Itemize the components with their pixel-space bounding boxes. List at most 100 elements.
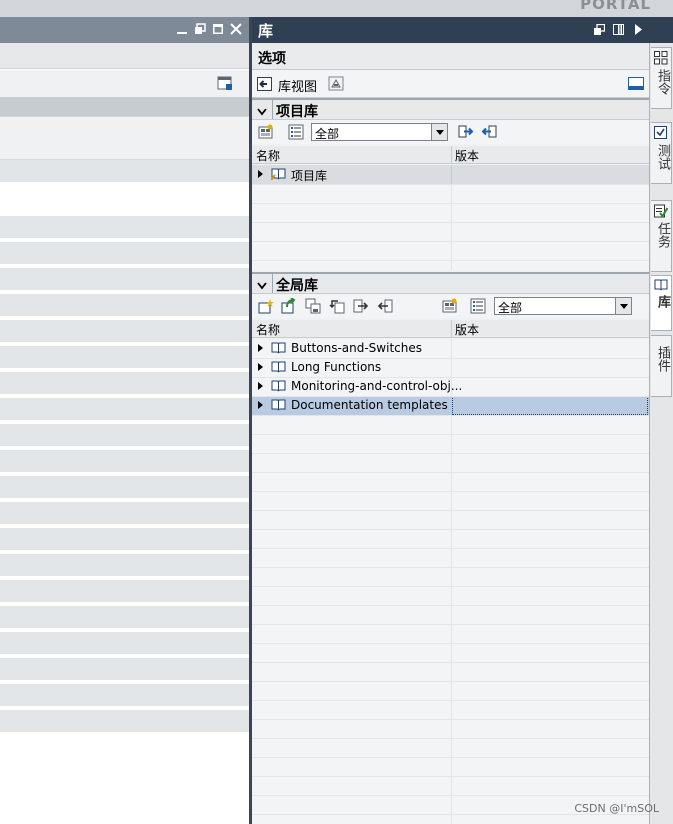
project-library-tree: 项目库	[252, 165, 649, 270]
global-library-row-selected[interactable]: Documentation templates	[252, 396, 649, 415]
grid-line	[252, 700, 649, 701]
float-window-icon[interactable]	[594, 23, 606, 35]
left-row[interactable]	[0, 498, 249, 524]
layout-panel-icon[interactable]	[628, 77, 644, 90]
grid-line	[252, 567, 649, 568]
global-library-toolbar: 全部	[252, 294, 649, 318]
left-row[interactable]	[0, 654, 249, 680]
left-row[interactable]	[0, 524, 249, 550]
side-tab-instructions[interactable]: 指令	[651, 47, 672, 109]
column-divider[interactable]	[451, 146, 452, 164]
expand-arrow-icon[interactable]	[258, 344, 263, 352]
save-library-icon[interactable]	[305, 298, 321, 314]
chevron-down-icon[interactable]	[257, 279, 267, 290]
export-library-icon[interactable]	[353, 298, 369, 314]
close-library-icon[interactable]	[481, 124, 497, 140]
panel-settings-icon[interactable]	[217, 76, 233, 91]
filter-value: 全部	[315, 127, 340, 141]
left-row[interactable]	[0, 472, 249, 498]
left-panel-toolbar	[0, 43, 249, 69]
left-row[interactable]	[0, 576, 249, 602]
float-window-icon[interactable]	[194, 23, 206, 35]
create-library-icon[interactable]	[258, 298, 274, 314]
grid-line	[252, 434, 649, 435]
side-tab-testing[interactable]: 测试	[651, 122, 672, 184]
section-divider	[272, 274, 273, 293]
project-library-toolbar: 全部	[252, 120, 649, 144]
left-row[interactable]	[0, 550, 249, 576]
project-library-row[interactable]: 项目库	[252, 165, 649, 184]
grid-line	[252, 241, 649, 242]
global-library-row[interactable]: Monitoring-and-control-obj...	[252, 377, 649, 396]
collapse-arrow-icon[interactable]	[633, 24, 644, 35]
left-row[interactable]	[0, 446, 249, 472]
version-cell[interactable]	[452, 396, 648, 415]
close-global-library-icon[interactable]	[377, 298, 393, 314]
left-row[interactable]	[0, 394, 249, 420]
left-panel-row	[0, 160, 249, 182]
tree-item-label: 项目库	[291, 169, 328, 183]
chevron-down-icon[interactable]	[615, 298, 631, 314]
expand-arrow-icon[interactable]	[258, 363, 263, 371]
column-name[interactable]: 名称	[256, 147, 280, 164]
project-library-header[interactable]: 项目库	[252, 98, 649, 120]
left-row[interactable]	[0, 290, 249, 316]
library-properties-icon[interactable]	[442, 298, 458, 314]
details-view-icon[interactable]	[470, 298, 486, 314]
tree-item-label: Monitoring-and-control-obj...	[291, 379, 463, 393]
open-global-library-icon[interactable]	[281, 297, 297, 314]
chevron-down-icon[interactable]	[257, 105, 267, 116]
left-row[interactable]	[0, 602, 249, 628]
global-library-row[interactable]: Buttons-and-Switches	[252, 339, 649, 358]
left-row[interactable]	[0, 706, 249, 732]
column-divider[interactable]	[451, 320, 452, 338]
column-version[interactable]: 版本	[455, 321, 479, 338]
global-library-header[interactable]: 全局库	[252, 272, 649, 294]
expand-arrow-icon[interactable]	[258, 170, 263, 178]
left-row[interactable]	[0, 342, 249, 368]
column-name[interactable]: 名称	[256, 321, 280, 338]
grid-line	[252, 795, 649, 796]
project-library-filter-select[interactable]: 全部	[311, 123, 448, 141]
chevron-down-icon[interactable]	[431, 124, 447, 140]
column-version[interactable]: 版本	[455, 147, 479, 164]
left-row[interactable]	[0, 680, 249, 706]
library-view-toggle-icon[interactable]	[257, 77, 272, 91]
split-view-icon[interactable]	[613, 24, 624, 35]
expand-arrow-icon[interactable]	[258, 401, 263, 409]
side-tab-tasks[interactable]: 任务	[651, 200, 672, 272]
update-library-icon[interactable]	[329, 298, 345, 314]
testing-icon	[654, 126, 668, 140]
grid-line	[252, 719, 649, 720]
global-library-row[interactable]: Long Functions	[252, 358, 649, 377]
grid-line	[252, 548, 649, 549]
grid-line	[252, 222, 649, 223]
tree-item-label: Buttons-and-Switches	[291, 341, 422, 355]
left-row[interactable]	[0, 628, 249, 654]
expand-arrow-icon[interactable]	[258, 382, 263, 390]
left-row[interactable]	[0, 238, 249, 264]
library-view-button[interactable]: 库视图	[278, 76, 317, 95]
maximize-icon[interactable]	[212, 23, 224, 35]
close-icon[interactable]	[230, 23, 242, 35]
minimize-icon[interactable]	[176, 23, 188, 35]
global-library-column-header: 名称 版本	[252, 320, 649, 338]
left-row[interactable]	[0, 264, 249, 290]
grid-line	[252, 184, 649, 185]
library-properties-icon[interactable]	[258, 124, 274, 140]
side-tab-label: 指令	[655, 69, 670, 95]
library-title: 库	[258, 22, 274, 40]
side-tab-label: 库	[655, 295, 670, 308]
left-row[interactable]	[0, 316, 249, 342]
library-manage-icon[interactable]	[328, 76, 344, 91]
left-row[interactable]	[0, 368, 249, 394]
left-row[interactable]	[0, 420, 249, 446]
side-tab-libraries[interactable]: 库	[651, 275, 672, 331]
grid-line	[252, 415, 649, 416]
side-tab-addins[interactable]: 插件	[651, 335, 672, 397]
left-row[interactable]	[0, 212, 249, 238]
global-library-filter-select[interactable]: 全部	[494, 297, 632, 315]
details-view-icon[interactable]	[288, 124, 304, 140]
side-tab-label: 插件	[655, 346, 670, 372]
open-library-icon[interactable]	[458, 124, 474, 140]
